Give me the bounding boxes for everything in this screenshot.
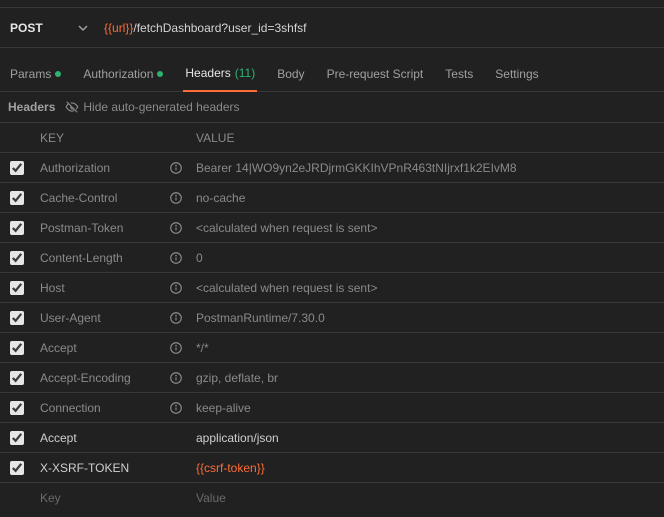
col-value: VALUE	[188, 131, 664, 145]
table-row: Accept */*	[0, 332, 664, 362]
header-key[interactable]: Content-Length	[34, 251, 164, 265]
table-row: Accept application/json	[0, 422, 664, 452]
row-checkbox[interactable]	[0, 281, 34, 295]
info-icon[interactable]	[164, 341, 188, 355]
info-icon[interactable]	[164, 281, 188, 295]
header-key[interactable]: Connection	[34, 401, 164, 415]
header-key[interactable]: Authorization	[34, 161, 164, 175]
table-header-row: KEY VALUE	[0, 122, 664, 152]
header-value[interactable]: gzip, deflate, br	[188, 371, 664, 385]
header-key[interactable]: Accept-Encoding	[34, 371, 164, 385]
table-row: Postman-Token <calculated when request is…	[0, 212, 664, 242]
header-value[interactable]: no-cache	[188, 191, 664, 205]
info-icon[interactable]	[164, 401, 188, 415]
header-value[interactable]: */*	[188, 341, 664, 355]
headers-count: (11)	[235, 66, 255, 80]
hide-autogen-button[interactable]: Hide auto-generated headers	[65, 100, 239, 114]
request-tabs: Params Authorization Headers(11) Body Pr…	[0, 56, 664, 92]
url-path: /fetchDashboard?user_id=3shfsf	[133, 21, 306, 35]
request-row: POST {{url}}/fetchDashboard?user_id=3shf…	[0, 8, 664, 48]
header-value[interactable]: Bearer 14|WO9yn2eJRDjrmGKKIhVPnR463tNIjr…	[188, 161, 664, 175]
header-value[interactable]: application/json	[188, 431, 664, 445]
row-checkbox[interactable]	[0, 401, 34, 415]
header-key[interactable]: Accept	[34, 341, 164, 355]
header-value[interactable]: <calculated when request is sent>	[188, 221, 664, 235]
header-key[interactable]: Accept	[34, 431, 164, 445]
tab-headers[interactable]: Headers(11)	[183, 56, 257, 92]
table-row: Cache-Control no-cache	[0, 182, 664, 212]
method-label: POST	[10, 21, 43, 35]
new-header-row[interactable]: Key Value	[0, 482, 664, 512]
row-checkbox[interactable]	[0, 431, 34, 445]
header-key[interactable]: Host	[34, 281, 164, 295]
header-key[interactable]: Cache-Control	[34, 191, 164, 205]
eye-off-icon	[65, 100, 79, 114]
tab-prerequest[interactable]: Pre-request Script	[325, 56, 426, 92]
headers-label: Headers	[8, 100, 55, 114]
row-checkbox[interactable]	[0, 341, 34, 355]
tab-params[interactable]: Params	[8, 56, 63, 92]
header-key[interactable]: User-Agent	[34, 311, 164, 325]
info-icon[interactable]	[164, 371, 188, 385]
tab-body[interactable]: Body	[275, 56, 306, 92]
info-icon[interactable]	[164, 251, 188, 265]
value-input[interactable]: Value	[188, 491, 664, 505]
table-row: Content-Length 0	[0, 242, 664, 272]
header-value[interactable]: PostmanRuntime/7.30.0	[188, 311, 664, 325]
table-row: Host <calculated when request is sent>	[0, 272, 664, 302]
url-variable: {{url}}	[104, 21, 133, 35]
header-value[interactable]: 0	[188, 251, 664, 265]
col-key: KEY	[34, 131, 188, 145]
info-icon[interactable]	[164, 311, 188, 325]
status-dot-icon	[55, 71, 61, 77]
row-checkbox[interactable]	[0, 221, 34, 235]
table-row: Connection keep-alive	[0, 392, 664, 422]
row-checkbox[interactable]	[0, 191, 34, 205]
tab-authorization[interactable]: Authorization	[81, 56, 165, 92]
table-row: X-XSRF-TOKEN {{csrf-token}}	[0, 452, 664, 482]
header-value[interactable]: {{csrf-token}}	[188, 461, 664, 475]
window-topbar	[0, 0, 664, 8]
row-checkbox[interactable]	[0, 311, 34, 325]
table-row: Authorization Bearer 14|WO9yn2eJRDjrmGKKI…	[0, 152, 664, 182]
row-checkbox[interactable]	[0, 251, 34, 265]
table-row: Accept-Encoding gzip, deflate, br	[0, 362, 664, 392]
table-row: User-Agent PostmanRuntime/7.30.0	[0, 302, 664, 332]
key-input[interactable]: Key	[34, 491, 164, 505]
info-icon[interactable]	[164, 161, 188, 175]
url-input[interactable]: {{url}}/fetchDashboard?user_id=3shfsf	[96, 14, 656, 42]
header-key[interactable]: X-XSRF-TOKEN	[34, 461, 164, 475]
status-dot-icon	[157, 71, 163, 77]
headers-subbar: Headers Hide auto-generated headers	[0, 92, 664, 122]
header-value[interactable]: <calculated when request is sent>	[188, 281, 664, 295]
tab-settings[interactable]: Settings	[493, 56, 540, 92]
info-icon[interactable]	[164, 191, 188, 205]
chevron-down-icon	[78, 23, 88, 33]
header-key[interactable]: Postman-Token	[34, 221, 164, 235]
tab-tests[interactable]: Tests	[443, 56, 475, 92]
header-value[interactable]: keep-alive	[188, 401, 664, 415]
row-checkbox[interactable]	[0, 161, 34, 175]
method-select[interactable]: POST	[8, 14, 96, 42]
headers-table: KEY VALUE Authorization Bearer 14|WO9yn2e…	[0, 122, 664, 512]
row-checkbox[interactable]	[0, 371, 34, 385]
row-checkbox[interactable]	[0, 461, 34, 475]
info-icon[interactable]	[164, 221, 188, 235]
